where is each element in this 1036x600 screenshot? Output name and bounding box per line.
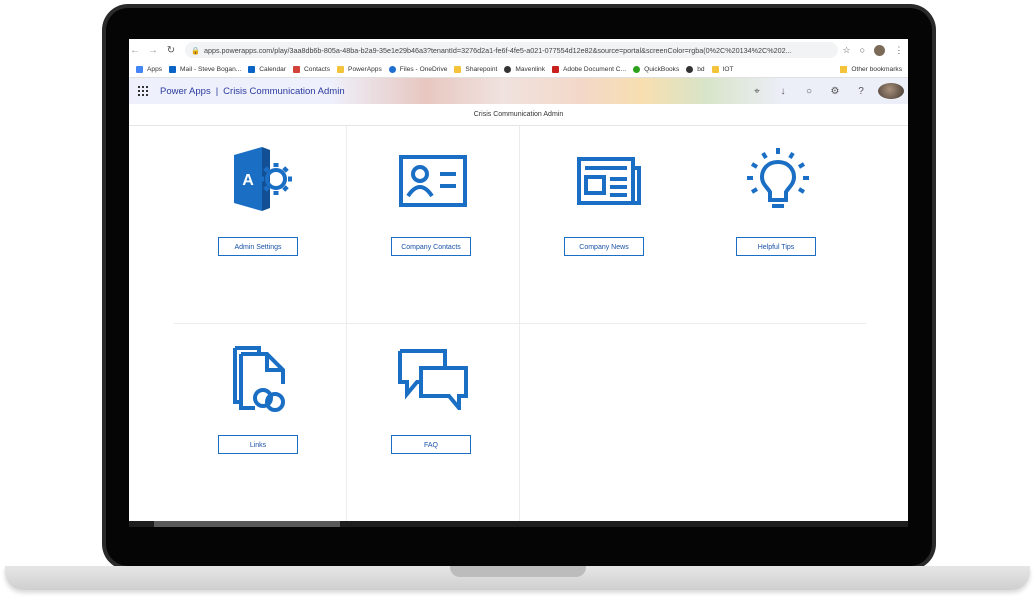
bookmark-item[interactable]: IOT <box>711 65 734 73</box>
lightbulb-icon <box>747 148 809 208</box>
apps-grid-icon <box>136 65 143 73</box>
tile-company-news: Company News <box>520 126 692 323</box>
user-avatar[interactable] <box>878 83 904 99</box>
gear-icon[interactable]: ⚙ <box>822 86 848 97</box>
app-name: Crisis Communication Admin <box>223 85 345 97</box>
browser-actions: ☆ ○ ⋮ <box>838 44 908 56</box>
menu-dots-icon[interactable]: ⋮ <box>894 45 903 56</box>
page-title: Crisis Communication Admin <box>129 104 908 126</box>
globe-icon <box>686 65 694 73</box>
fit-screen-icon[interactable]: ⌖ <box>744 86 770 97</box>
profile-avatar[interactable] <box>874 44 886 56</box>
bookmark-item[interactable]: Files - OneDrive <box>388 65 447 73</box>
bookmark-item[interactable]: Apps <box>136 65 162 73</box>
faq-button[interactable]: FAQ <box>391 435 471 454</box>
bookmarks-bar: Apps Mail - Steve Bogan... Calendar Cont… <box>129 61 908 78</box>
download-icon[interactable]: ↓ <box>770 86 796 97</box>
links-button[interactable]: Links <box>218 435 298 454</box>
contacts-icon <box>293 65 301 73</box>
company-news-button[interactable]: Company News <box>564 237 644 256</box>
extension-icon[interactable]: ○ <box>860 45 865 55</box>
star-icon[interactable]: ☆ <box>843 45 851 56</box>
lock-icon: 🔒 <box>191 45 200 55</box>
back-icon[interactable]: ← <box>129 45 141 56</box>
product-name[interactable]: Power Apps <box>160 86 211 97</box>
bookmark-item[interactable]: Adobe Document C... <box>552 65 626 73</box>
folder-icon <box>840 65 848 73</box>
folder-icon <box>711 65 719 73</box>
contact-card-icon <box>399 155 467 207</box>
bookmark-item[interactable]: Contacts <box>293 65 330 73</box>
header-actions: ⌖ ↓ ○ ⚙ ? <box>744 83 904 99</box>
adobe-icon <box>552 65 560 73</box>
quickbooks-icon <box>633 65 641 73</box>
svg-text:A: A <box>242 172 254 189</box>
address-bar[interactable]: 🔒 apps.powerapps.com/play/3aa8db6b-805a-… <box>185 42 838 58</box>
helpful-tips-button[interactable]: Helpful Tips <box>736 237 816 256</box>
tile-company-contacts: Company Contacts <box>347 126 519 323</box>
laptop-notch <box>450 566 586 577</box>
cloud-icon <box>388 65 396 73</box>
bookmark-item[interactable]: QuickBooks <box>633 65 679 73</box>
globe-icon <box>504 65 512 73</box>
admin-settings-icon: A <box>234 147 292 211</box>
tile-faq: FAQ <box>347 324 519 521</box>
bookmark-item[interactable]: PowerApps <box>337 65 382 73</box>
admin-settings-button[interactable]: Admin Settings <box>218 237 298 256</box>
folder-icon <box>454 65 462 73</box>
tile-links: Links <box>174 324 346 521</box>
folder-icon <box>337 65 345 73</box>
taskbar-window <box>154 521 340 527</box>
forward-icon[interactable]: → <box>147 45 159 56</box>
waffle-icon[interactable] <box>138 86 148 96</box>
calendar-icon <box>248 65 256 73</box>
reload-icon[interactable]: ↻ <box>165 45 177 56</box>
chat-bubbles-icon <box>398 349 468 410</box>
mail-icon <box>169 65 177 73</box>
bookmark-item[interactable]: Mavenlink <box>504 65 545 73</box>
screen: ← → ↻ 🔒 apps.powerapps.com/play/3aa8db6b… <box>129 39 908 527</box>
bookmark-item[interactable]: bd <box>686 65 705 73</box>
newspaper-icon <box>577 157 641 205</box>
other-bookmarks[interactable]: Other bookmarks <box>840 65 902 73</box>
bookmark-item[interactable]: Calendar <box>248 65 286 73</box>
browser-address-row: ← → ↻ 🔒 apps.powerapps.com/play/3aa8db6b… <box>129 39 908 61</box>
url-text: apps.powerapps.com/play/3aa8db6b-805a-48… <box>203 45 792 55</box>
links-document-icon <box>233 346 285 412</box>
header-separator: | <box>215 85 219 97</box>
powerapps-header: Power Apps | Crisis Communication Admin … <box>129 78 908 104</box>
bookmark-item[interactable]: Mail - Steve Bogan... <box>169 65 241 73</box>
bookmark-item[interactable]: Sharepoint <box>454 65 497 73</box>
bell-icon[interactable]: ○ <box>796 86 822 97</box>
company-contacts-button[interactable]: Company Contacts <box>391 237 471 256</box>
tile-admin-settings: A Admin Settings <box>174 126 346 323</box>
help-icon[interactable]: ? <box>848 86 874 97</box>
tile-grid: A Admin Settings Company Contacts Compan… <box>174 126 866 526</box>
tile-helpful-tips: Helpful Tips <box>692 126 864 323</box>
